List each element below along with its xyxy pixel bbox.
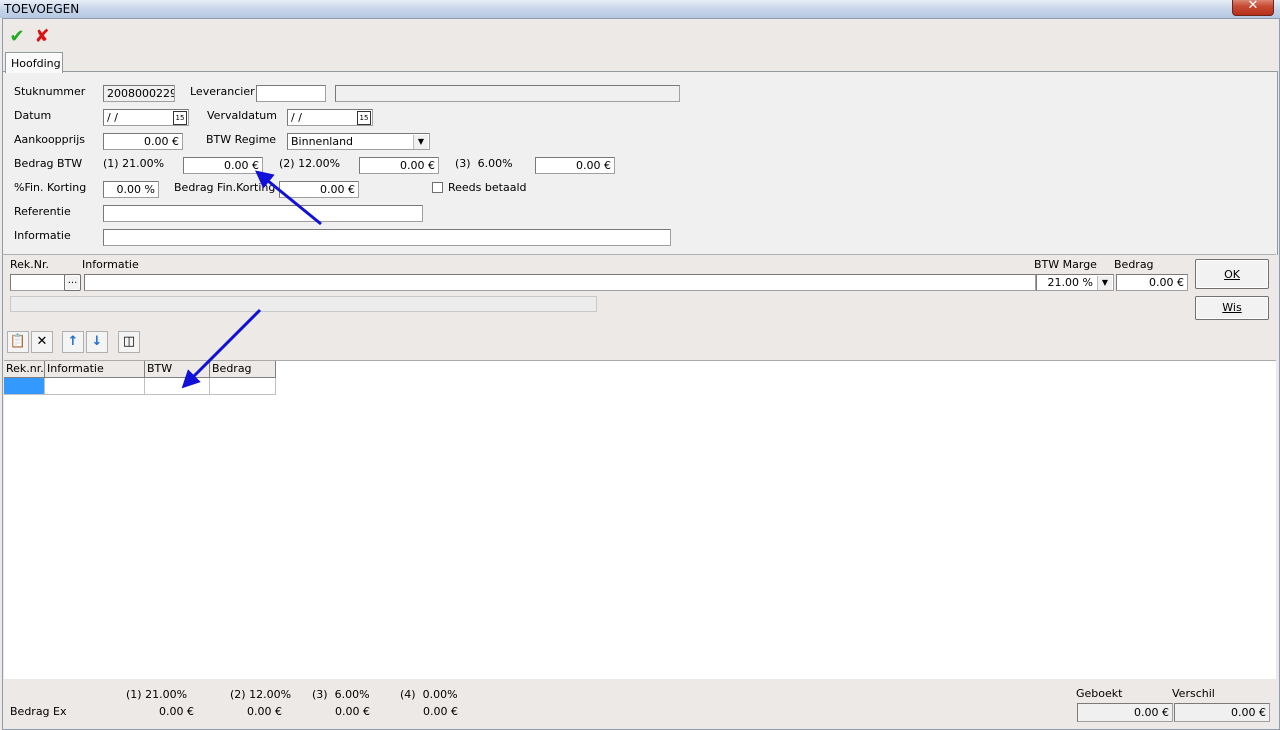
- fin-korting-field[interactable]: 0.00 %: [103, 181, 159, 198]
- columns-icon[interactable]: ◫: [118, 331, 140, 353]
- progress-bar: [10, 296, 597, 312]
- delete-icon[interactable]: ✕: [31, 331, 53, 353]
- grid-cell-btw[interactable]: [145, 378, 210, 395]
- stuknummer-label: Stuknummer: [14, 85, 86, 98]
- entry-reknr-label: Rek.Nr.: [10, 258, 50, 271]
- entry-informatie-field[interactable]: [84, 274, 1036, 291]
- chevron-down-icon[interactable]: ▼: [413, 135, 428, 149]
- column-header-reknr[interactable]: Rek.nr.: [4, 361, 45, 378]
- datum-label: Datum: [14, 109, 52, 122]
- btw-regime-value: Binnenland: [291, 135, 354, 148]
- btw2-label: (2) 12.00%: [279, 157, 341, 170]
- stuknummer-field[interactable]: 2008000229: [103, 85, 175, 102]
- footer-pct1-label: (1) 21.00%: [126, 688, 188, 701]
- bedrag-fin-korting-label: Bedrag Fin.Korting: [174, 181, 276, 194]
- footer-pct4-value: 0.00 €: [423, 705, 458, 718]
- calendar-icon[interactable]: 15: [357, 111, 371, 125]
- title-bar: TOEVOEGEN ✕: [0, 0, 1280, 18]
- move-down-icon[interactable]: ↓: [86, 331, 108, 353]
- ok-button[interactable]: OK: [1195, 259, 1269, 289]
- lines-grid[interactable]: Rek.nr. Informatie BTW Bedrag: [4, 360, 1276, 679]
- confirm-icon[interactable]: ✔: [6, 26, 28, 48]
- btw3-field[interactable]: 0.00 €: [535, 157, 615, 174]
- informatie-label: Informatie: [14, 229, 71, 242]
- geboekt-field: 0.00 €: [1077, 703, 1173, 722]
- bedrag-btw-label: Bedrag BTW: [14, 157, 83, 170]
- btw-regime-label: BTW Regime: [206, 133, 277, 146]
- entry-reknr-field[interactable]: [10, 274, 65, 291]
- referentie-label: Referentie: [14, 205, 71, 218]
- footer-pct2-label: (2) 12.00%: [230, 688, 292, 701]
- browse-button[interactable]: ...: [64, 274, 81, 291]
- divider: [2, 254, 1276, 255]
- leverancier-label: Leverancier: [190, 85, 255, 98]
- chevron-down-icon[interactable]: ▼: [1097, 276, 1112, 290]
- grid-cell-reknr[interactable]: [4, 378, 45, 395]
- btw-marge-label: BTW Marge: [1034, 258, 1097, 271]
- vervaldatum-field[interactable]: / / 15: [287, 109, 373, 126]
- verschil-label: Verschil: [1172, 687, 1215, 700]
- bedrag-ex-label: Bedrag Ex: [10, 705, 67, 718]
- referentie-field[interactable]: [103, 205, 423, 222]
- geboekt-label: Geboekt: [1076, 687, 1123, 700]
- reeds-betaald-label: Reeds betaald: [448, 181, 527, 194]
- aankoopprijs-field[interactable]: 0.00 €: [103, 133, 183, 150]
- datum-field[interactable]: / / 15: [103, 109, 189, 126]
- btw-marge-value: 21.00 %: [1047, 276, 1093, 289]
- entry-informatie-label: Informatie: [82, 258, 139, 271]
- calendar-icon[interactable]: 15: [173, 111, 187, 125]
- grid-cell-informatie[interactable]: [45, 378, 145, 395]
- reeds-betaald-checkbox[interactable]: [432, 182, 443, 193]
- column-header-btw[interactable]: BTW: [145, 361, 210, 378]
- move-up-icon[interactable]: ↑: [62, 331, 84, 353]
- column-header-bedrag[interactable]: Bedrag: [210, 361, 276, 378]
- leverancier-field[interactable]: [256, 85, 326, 102]
- btw-marge-select[interactable]: 21.00 % ▼: [1036, 274, 1114, 291]
- btw3-label: (3) 6.00%: [455, 157, 513, 170]
- btw2-field[interactable]: 0.00 €: [359, 157, 439, 174]
- verschil-field: 0.00 €: [1174, 703, 1270, 722]
- tab-hoofding-label: Hoofding: [11, 57, 61, 70]
- btw-regime-select[interactable]: Binnenland ▼: [287, 133, 430, 150]
- vervaldatum-label: Vervaldatum: [207, 109, 277, 122]
- paste-icon[interactable]: 📋: [7, 331, 29, 353]
- footer-pct2-value: 0.00 €: [247, 705, 282, 718]
- column-header-informatie[interactable]: Informatie: [45, 361, 145, 378]
- cancel-icon[interactable]: ✘: [31, 26, 53, 48]
- datum-value: / /: [107, 111, 118, 124]
- btw1-field[interactable]: 0.00 €: [183, 157, 263, 174]
- entry-bedrag-field[interactable]: 0.00 €: [1116, 274, 1188, 291]
- window-title: TOEVOEGEN: [4, 2, 80, 16]
- bedrag-fin-korting-field[interactable]: 0.00 €: [279, 181, 359, 198]
- footer-pct3-value: 0.00 €: [335, 705, 370, 718]
- wis-button[interactable]: Wis: [1195, 296, 1269, 320]
- leverancier-name-field: [335, 85, 680, 102]
- informatie-field[interactable]: [103, 229, 671, 246]
- footer-pct3-label: (3) 6.00%: [312, 688, 370, 701]
- btw1-label: (1) 21.00%: [103, 157, 165, 170]
- entry-bedrag-label: Bedrag: [1114, 258, 1154, 271]
- footer-pct1-value: 0.00 €: [159, 705, 194, 718]
- close-window-button[interactable]: ✕: [1232, 0, 1274, 16]
- tab-hoofding[interactable]: Hoofding: [5, 52, 63, 73]
- grid-cell-bedrag[interactable]: [210, 378, 276, 395]
- footer-pct4-label: (4) 0.00%: [400, 688, 458, 701]
- vervaldatum-value: / /: [291, 111, 302, 124]
- aankoopprijs-label: Aankoopprijs: [14, 133, 86, 146]
- fin-korting-label: %Fin. Korting: [14, 181, 87, 194]
